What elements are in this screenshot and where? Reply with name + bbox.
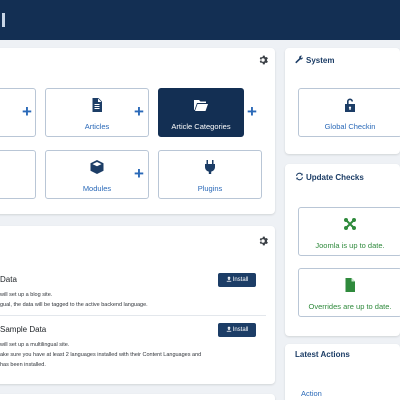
sample-data-description: will set up a multilingual site. [0, 342, 70, 348]
sample-data-heading: Data [0, 275, 17, 284]
install-button-label: Install [232, 277, 249, 283]
system-title-text: System [306, 56, 335, 65]
action-column-header[interactable]: Action [301, 389, 322, 398]
gear-icon[interactable] [258, 55, 268, 65]
add-icon[interactable]: + [19, 103, 35, 120]
upload-icon [226, 325, 232, 332]
file-icon [89, 97, 105, 113]
unlock-icon [342, 97, 358, 113]
add-article-category-icon[interactable]: + [244, 103, 260, 120]
update-checks-card-title: Update Checks [295, 172, 364, 182]
wrench-icon [295, 55, 304, 64]
quick-tile-partial[interactable] [0, 150, 36, 199]
sample-data-description: ake sure you have at least 2 languages i… [0, 352, 202, 358]
sample-data-description: will set up a blog site. [0, 292, 53, 298]
joomla-update-label: Joomla is up to date. [315, 241, 385, 250]
joomla-update-tile[interactable]: Joomla is up to date. [298, 207, 400, 256]
gear-icon[interactable] [258, 236, 268, 246]
global-checkin-label: Global Checkin [324, 122, 376, 131]
latest-actions-title: Latest Actions [295, 350, 350, 359]
install-multilingual-sample-button[interactable]: Install [218, 323, 256, 337]
install-button-label: Install [232, 327, 249, 333]
partial-card-bottom [0, 394, 275, 400]
quick-tile-label: Articles [84, 122, 110, 131]
sync-icon [295, 172, 304, 181]
row-divider [0, 315, 266, 316]
sample-data-heading: Sample Data [0, 325, 47, 334]
install-blog-sample-button[interactable]: Install [218, 273, 256, 287]
plug-icon [202, 159, 218, 175]
quick-tile-label: Modules [82, 184, 112, 193]
overrides-update-tile[interactable]: Overrides are up to date. [298, 268, 400, 317]
sample-data-description: has been installed. [0, 362, 46, 368]
quick-tile-plugins[interactable]: Plugins [158, 150, 262, 199]
upload-icon [226, 275, 232, 282]
add-module-icon[interactable]: + [131, 165, 147, 182]
cube-icon [89, 159, 105, 175]
sample-data-description: gual, the data will be tagged to the act… [0, 302, 148, 308]
file-green-icon [342, 277, 358, 293]
quick-tile-label: Plugins [197, 184, 223, 193]
quick-tile-article-categories[interactable]: Article Categories [158, 88, 244, 137]
header-title-fragment [2, 13, 5, 27]
global-checkin-tile[interactable]: Global Checkin [298, 88, 400, 137]
update-checks-title-text: Update Checks [306, 173, 364, 182]
top-header-bar [0, 0, 400, 40]
folder-open-icon [193, 97, 209, 113]
overrides-update-label: Overrides are up to date. [308, 302, 392, 311]
add-articles-icon[interactable]: + [131, 103, 147, 120]
joomla-icon [342, 216, 358, 232]
quick-tile-label: Article Categories [171, 122, 231, 131]
system-card-title: System [295, 55, 334, 65]
